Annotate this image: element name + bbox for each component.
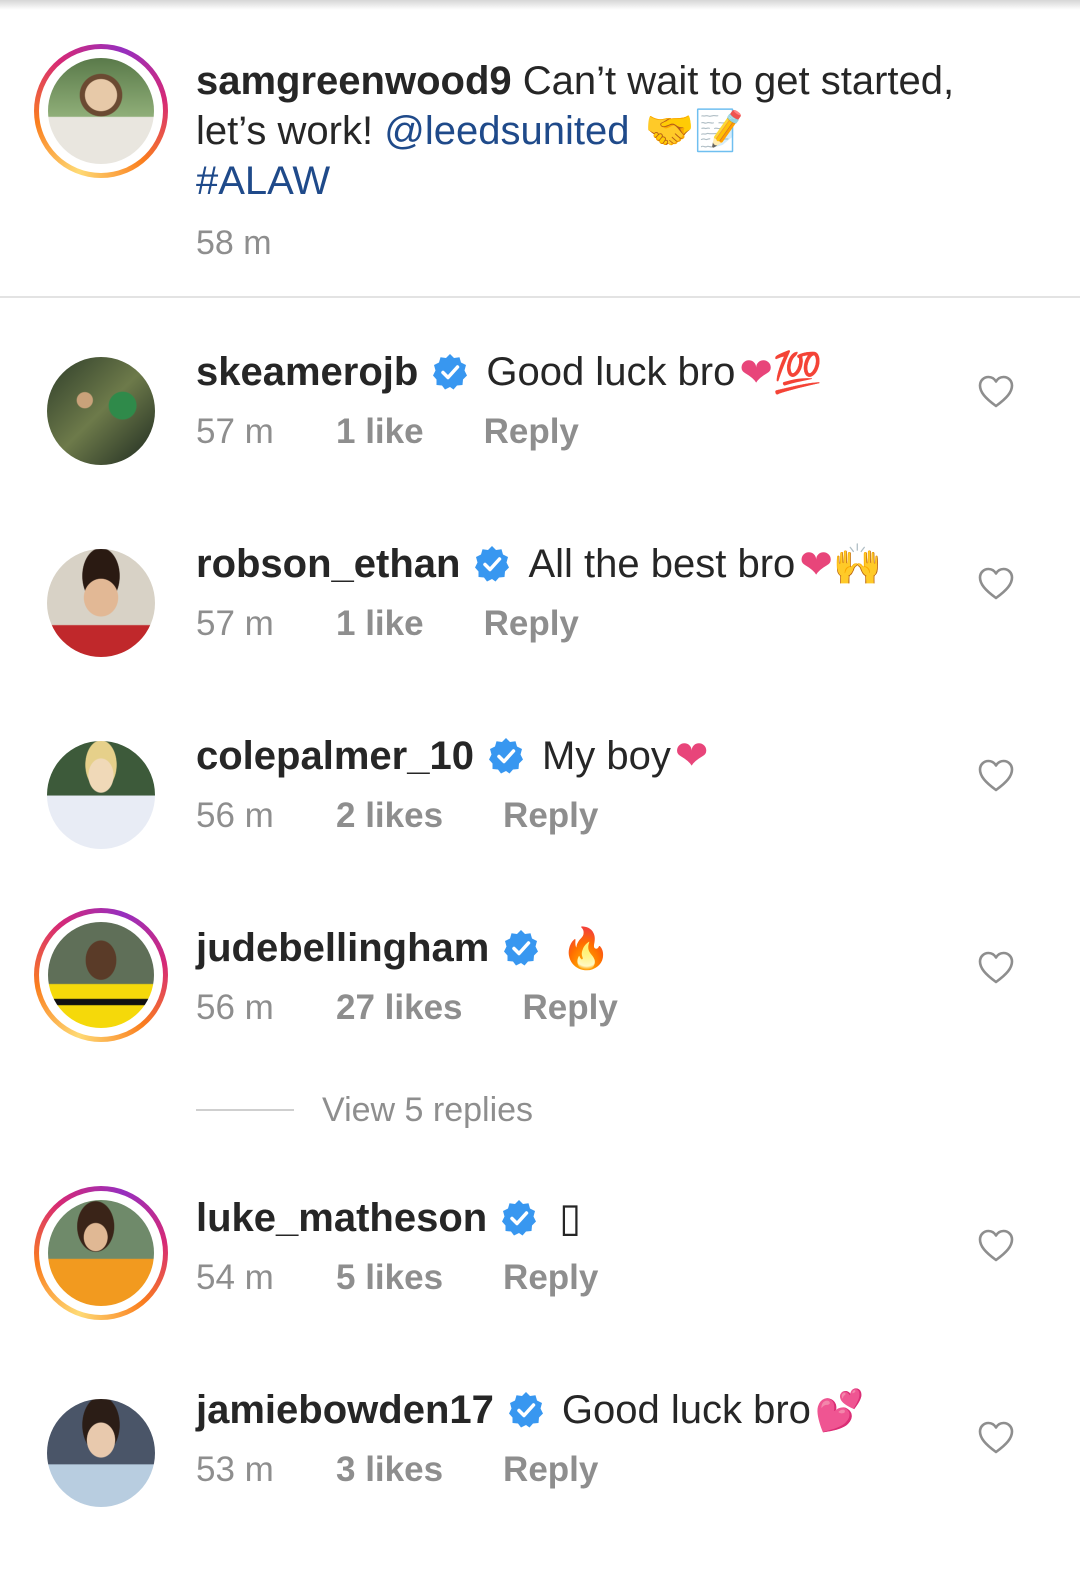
comment-text: robson_ethan All the best bro ❤🙌 [196, 536, 883, 592]
comment-timestamp: 56 m [196, 796, 274, 835]
reply-button[interactable]: Reply [503, 1450, 598, 1490]
comment-like-count[interactable]: 5 likes [336, 1258, 443, 1298]
heart-outline-icon[interactable] [976, 1226, 1016, 1266]
comment-body: Good luck bro [486, 349, 736, 394]
heart-outline-icon[interactable] [976, 564, 1016, 604]
comment-item: skeamerojb Good luck bro ❤💯 57 m 1 like … [0, 344, 1080, 534]
comment-item: judebellingham 🔥 56 m 27 likes Reply [0, 908, 1080, 1110]
caption-username[interactable]: samgreenwood9 [196, 59, 512, 103]
reply-button[interactable]: Reply [503, 1258, 598, 1298]
comment-avatar-image [47, 741, 155, 849]
verified-badge-icon [502, 1200, 537, 1236]
comment-meta: 56 m 2 likes Reply [196, 794, 598, 838]
comment-timestamp: 57 m [196, 412, 274, 451]
comment-avatar[interactable] [34, 1186, 168, 1320]
comment-avatar[interactable] [34, 344, 168, 478]
heart-outline-icon[interactable] [976, 756, 1016, 796]
reply-button[interactable]: Reply [523, 988, 618, 1028]
comment-like-count[interactable]: 27 likes [336, 988, 463, 1028]
verified-badge-icon [508, 1392, 543, 1428]
comment-text: skeamerojb Good luck bro ❤💯 [196, 344, 823, 400]
mention-link[interactable]: @leedsunited [384, 109, 629, 153]
comment-like-count[interactable]: 3 likes [336, 1450, 443, 1490]
comment-emojis: 💕 [814, 1387, 865, 1434]
caption-avatar-image [48, 58, 154, 164]
comment-text: jamiebowden17 Good luck bro 💕 [196, 1382, 865, 1438]
reply-button[interactable]: Reply [503, 796, 598, 836]
caption-avatar[interactable] [34, 44, 168, 178]
comment-meta: 56 m 27 likes Reply [196, 986, 618, 1030]
comment-avatar-image [48, 1200, 154, 1306]
comment-username[interactable]: jamiebowden17 [196, 1388, 494, 1433]
verified-badge-icon [504, 930, 539, 966]
comment-avatar-image [48, 922, 154, 1028]
verified-badge-icon [475, 546, 510, 582]
verified-badge-icon [433, 354, 468, 390]
comment-timestamp: 53 m [196, 1450, 274, 1489]
comment-like-count[interactable]: 1 like [336, 604, 424, 644]
comment-username[interactable]: colepalmer_10 [196, 734, 474, 779]
reply-button[interactable]: Reply [484, 412, 579, 452]
comment-item: luke_matheson ▯ 54 m 5 likes Reply [0, 1186, 1080, 1380]
top-shadow [0, 0, 1080, 10]
comment-emojis: ❤ [674, 733, 709, 779]
comment-username[interactable]: skeamerojb [196, 350, 418, 395]
comment-timestamp: 54 m [196, 1258, 274, 1297]
view-replies-label: View 5 replies [322, 1090, 534, 1129]
comment-item: jamiebowden17 Good luck bro 💕 53 m 3 lik… [0, 1382, 1080, 1572]
comment-username[interactable]: luke_matheson [196, 1196, 487, 1241]
comment-meta: 54 m 5 likes Reply [196, 1256, 598, 1300]
caption-emojis: 🤝📝 [644, 108, 745, 154]
comment-avatar[interactable] [34, 536, 168, 670]
heart-outline-icon[interactable] [976, 948, 1016, 988]
comment-timestamp: 56 m [196, 988, 274, 1027]
comment-meta: 57 m 1 like Reply [196, 410, 579, 454]
comment-avatar-image [47, 549, 155, 657]
comment-avatar[interactable] [34, 1386, 168, 1520]
comment-text: colepalmer_10 My boy ❤ [196, 728, 708, 784]
comment-meta: 57 m 1 like Reply [196, 602, 579, 646]
comment-body: All the best bro [528, 541, 796, 586]
verified-badge-icon [488, 738, 523, 774]
caption-divider [0, 296, 1080, 298]
caption-timestamp: 58 m [196, 224, 272, 262]
comment-avatar-image [47, 357, 155, 465]
view-replies-button[interactable]: View 5 replies [196, 1090, 533, 1130]
comment-meta: 53 m 3 likes Reply [196, 1448, 598, 1492]
comment-body: Good luck bro [561, 1387, 811, 1432]
comment-avatar[interactable] [34, 728, 168, 862]
comment-text: judebellingham 🔥 [196, 920, 611, 976]
comment-text: luke_matheson ▯ [196, 1190, 581, 1246]
heart-outline-icon[interactable] [976, 1418, 1016, 1458]
comment-emojis: ❤🙌 [799, 541, 883, 588]
comment-username[interactable]: robson_ethan [196, 542, 460, 587]
comment-item: robson_ethan All the best bro ❤🙌 57 m 1 … [0, 536, 1080, 726]
comment-emojis: 🔥 [561, 925, 612, 972]
view-replies-line [196, 1109, 294, 1111]
reply-button[interactable]: Reply [484, 604, 579, 644]
comment-body: My boy [541, 733, 671, 778]
comment-emojis: ❤💯 [739, 349, 823, 396]
comment-avatar-image [47, 1399, 155, 1507]
caption-text: samgreenwood9 Can’t wait to get started,… [196, 56, 996, 206]
comment-item: colepalmer_10 My boy ❤ 56 m 2 likes Repl… [0, 728, 1080, 918]
comment-avatar[interactable] [34, 908, 168, 1042]
heart-outline-icon[interactable] [976, 372, 1016, 412]
hashtag-link[interactable]: #ALAW [196, 159, 330, 203]
comment-emojis: ▯ [559, 1195, 582, 1241]
post-caption: samgreenwood9 Can’t wait to get started,… [0, 10, 1080, 296]
comment-timestamp: 57 m [196, 604, 274, 643]
comment-username[interactable]: judebellingham [196, 926, 489, 971]
comment-like-count[interactable]: 2 likes [336, 796, 443, 836]
comment-like-count[interactable]: 1 like [336, 412, 424, 452]
